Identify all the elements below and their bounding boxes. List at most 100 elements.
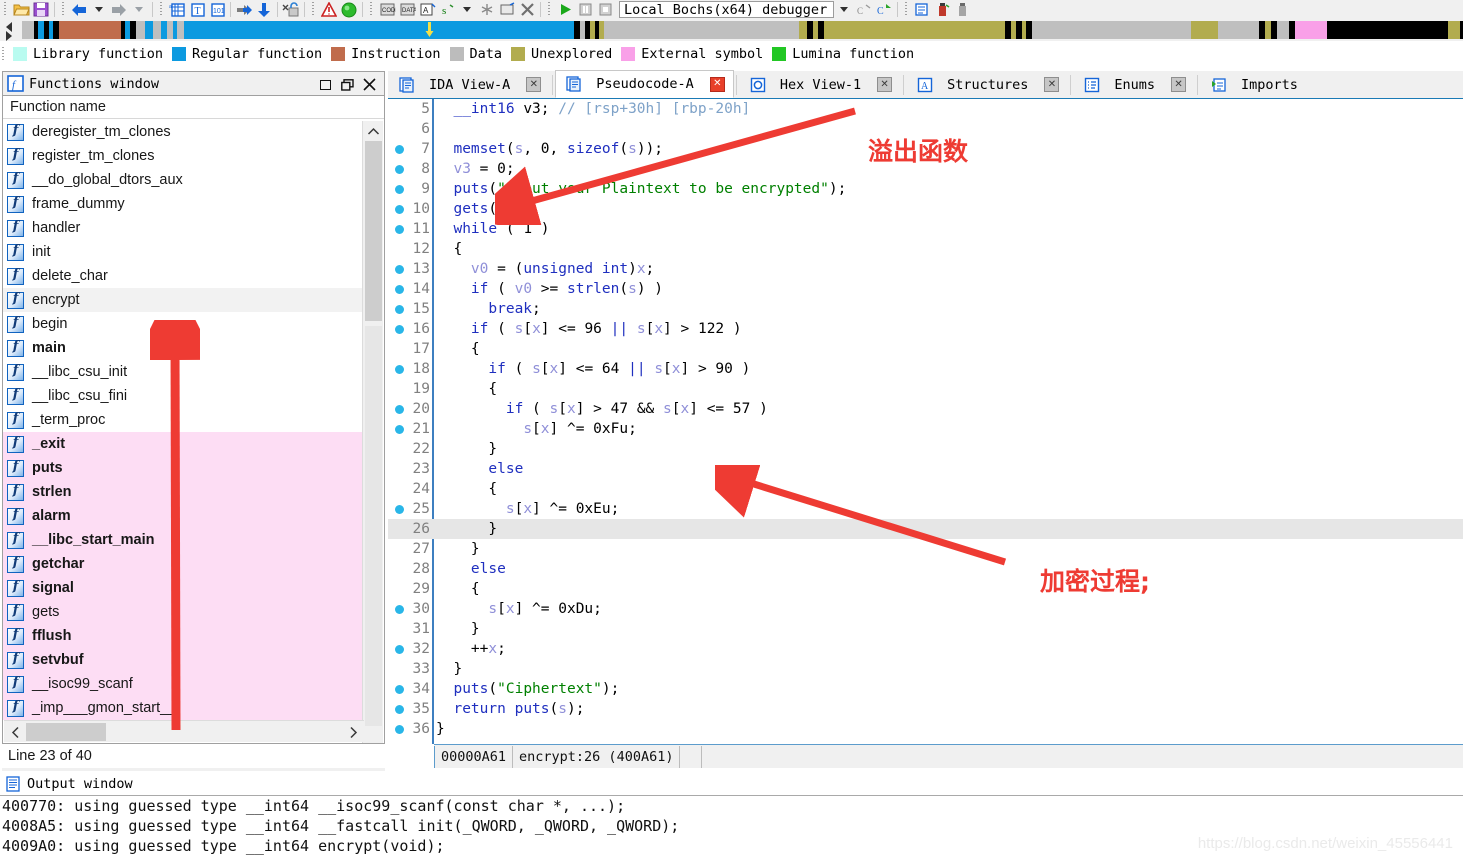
legend-grip[interactable]	[0, 46, 7, 62]
attach-process-icon[interactable]: C	[854, 1, 874, 18]
make-text-icon[interactable]: T	[187, 1, 207, 18]
toolbar-grip[interactable]	[2, 2, 9, 17]
make-array-icon[interactable]: A	[417, 1, 437, 18]
pseudocode-line[interactable]: 11 while ( 1 )	[388, 219, 1463, 239]
data-block-icon[interactable]: DATA	[397, 1, 417, 18]
function-list-item[interactable]: f main	[3, 336, 363, 360]
unlock-icon[interactable]	[281, 1, 301, 18]
function-list-item[interactable]: f signal	[3, 576, 363, 600]
pseudocode-line[interactable]: 10 gets(s);	[388, 199, 1463, 219]
pseudocode-view[interactable]: 5 __int16 v3; // [rsp+30h] [rbp-20h] 6 7 m…	[388, 99, 1463, 744]
hscroll-thumb[interactable]	[26, 723, 106, 741]
code-block-icon[interactable]: CODE	[377, 1, 397, 18]
tab-enums[interactable]: Enums ✕	[1073, 71, 1196, 98]
pseudocode-lines[interactable]: 5 __int16 v3; // [rsp+30h] [rbp-20h] 6 7 m…	[388, 99, 1463, 739]
function-list-item[interactable]: f strlen	[3, 480, 363, 504]
tab-close-icon[interactable]: ✕	[1044, 77, 1060, 92]
function-list-hscrollbar[interactable]	[4, 720, 364, 742]
pseudocode-line[interactable]: 35 return puts(s);	[388, 699, 1463, 719]
undefine-icon[interactable]	[477, 1, 497, 18]
function-list-item[interactable]: f _exit	[3, 432, 363, 456]
scroll-up-icon[interactable]	[363, 121, 384, 141]
toolbar-grip-5[interactable]	[368, 2, 375, 17]
function-list-vscrollbar[interactable]	[362, 121, 384, 743]
tab-close-icon[interactable]: ✕	[877, 77, 893, 92]
breakpoint-list-icon[interactable]	[912, 1, 932, 18]
function-list[interactable]: f deregister_tm_clones f register_tm_clones…	[3, 120, 363, 720]
string-dropdown-icon[interactable]	[457, 1, 477, 18]
function-list-item[interactable]: f fflush	[3, 624, 363, 648]
export-icon[interactable]	[497, 1, 517, 18]
maximize-button[interactable]	[314, 74, 336, 96]
function-list-item[interactable]: f handler	[3, 216, 363, 240]
tab-close-icon[interactable]: ✕	[526, 77, 542, 92]
run-green-icon[interactable]	[339, 1, 359, 18]
tab-close-icon[interactable]: ✕	[709, 76, 725, 92]
save-icon[interactable]	[31, 1, 51, 18]
function-list-item[interactable]: f __do_global_dtors_aux	[3, 168, 363, 192]
debug-stop-icon[interactable]	[595, 1, 615, 18]
restore-button[interactable]	[336, 74, 358, 96]
debug-run-icon[interactable]	[555, 1, 575, 18]
function-list-item[interactable]: f gets	[3, 600, 363, 624]
trace-icon[interactable]	[932, 1, 952, 18]
function-list-item[interactable]: f _imp___gmon_start__	[3, 696, 363, 720]
scroll-left-icon[interactable]	[4, 721, 26, 743]
function-list-item[interactable]: f __libc_csu_init	[3, 360, 363, 384]
pseudocode-line[interactable]: 27 }	[388, 539, 1463, 559]
toolbar-grip-3[interactable]	[158, 2, 165, 17]
back-dropdown-icon[interactable]	[89, 1, 109, 18]
back-arrow-icon[interactable]	[69, 1, 89, 18]
pseudocode-line[interactable]: 25 s[x] ^= 0xEu;	[388, 499, 1463, 519]
forward-dropdown-icon[interactable]	[129, 1, 149, 18]
function-list-item[interactable]: f delete_char	[3, 264, 363, 288]
make-string-icon[interactable]: s	[437, 1, 457, 18]
detach-process-icon[interactable]: C	[874, 1, 894, 18]
pseudocode-line[interactable]: 22 }	[388, 439, 1463, 459]
view-tab-bar[interactable]: IDA View-A ✕ Pseudocode-A ✕ Hex View-1 ✕ A Stru…	[388, 70, 1463, 99]
toolbar-grip-2[interactable]	[60, 2, 67, 17]
scroll-right-icon[interactable]	[342, 721, 364, 743]
pseudocode-line[interactable]: 16 if ( s[x] <= 96 || s[x] > 122 )	[388, 319, 1463, 339]
function-list-item[interactable]: f deregister_tm_clones	[3, 120, 363, 144]
pseudocode-line[interactable]: 17 {	[388, 339, 1463, 359]
function-list-item[interactable]: f encrypt	[3, 288, 363, 312]
make-data-icon[interactable]: 101	[207, 1, 227, 18]
function-list-item[interactable]: f __isoc99_scanf	[3, 672, 363, 696]
pseudocode-line[interactable]: 12 {	[388, 239, 1463, 259]
function-list-item[interactable]: f setvbuf	[3, 648, 363, 672]
delete-x-icon[interactable]	[517, 1, 537, 18]
vscroll-thumb[interactable]	[365, 141, 382, 321]
function-list-item[interactable]: f getchar	[3, 552, 363, 576]
pseudocode-line[interactable]: 36}	[388, 719, 1463, 739]
pseudocode-line[interactable]: 30 s[x] ^= 0xDu;	[388, 599, 1463, 619]
pseudocode-line[interactable]: 9 puts("Input your Plaintext to be encry…	[388, 179, 1463, 199]
pseudocode-line[interactable]: 23 else	[388, 459, 1463, 479]
function-list-item[interactable]: f __libc_csu_fini	[3, 384, 363, 408]
download-icon[interactable]	[254, 1, 274, 18]
pseudocode-line[interactable]: 13 v0 = (unsigned int)x;	[388, 259, 1463, 279]
debug-pause-icon[interactable]	[575, 1, 595, 18]
pseudocode-line[interactable]: 33 }	[388, 659, 1463, 679]
open-file-icon[interactable]	[11, 1, 31, 18]
function-list-item[interactable]: f puts	[3, 456, 363, 480]
function-list-item[interactable]: f __libc_start_main	[3, 528, 363, 552]
make-code-icon[interactable]: a	[167, 1, 187, 18]
pseudocode-line[interactable]: 28 else	[388, 559, 1463, 579]
pseudocode-line[interactable]: 29 {	[388, 579, 1463, 599]
tab-imports[interactable]: Imports	[1200, 71, 1307, 98]
pseudocode-line[interactable]: 34 puts("Ciphertext");	[388, 679, 1463, 699]
function-list-item[interactable]: f begin	[3, 312, 363, 336]
trace-gray-icon[interactable]	[952, 1, 972, 18]
pseudocode-line[interactable]: 21 s[x] ^= 0xFu;	[388, 419, 1463, 439]
pseudocode-line[interactable]: 24 {	[388, 479, 1463, 499]
function-list-item[interactable]: f _term_proc	[3, 408, 363, 432]
navband-cursor[interactable]	[425, 22, 434, 37]
vscroll-track[interactable]	[365, 326, 382, 726]
warning-icon[interactable]	[319, 1, 339, 18]
navband-next-icon[interactable]	[6, 31, 12, 41]
toolbar-grip-6[interactable]	[546, 2, 553, 17]
navband-strip[interactable]	[22, 21, 1463, 39]
close-button[interactable]	[358, 74, 380, 96]
toolbar-grip-4[interactable]	[310, 2, 317, 17]
